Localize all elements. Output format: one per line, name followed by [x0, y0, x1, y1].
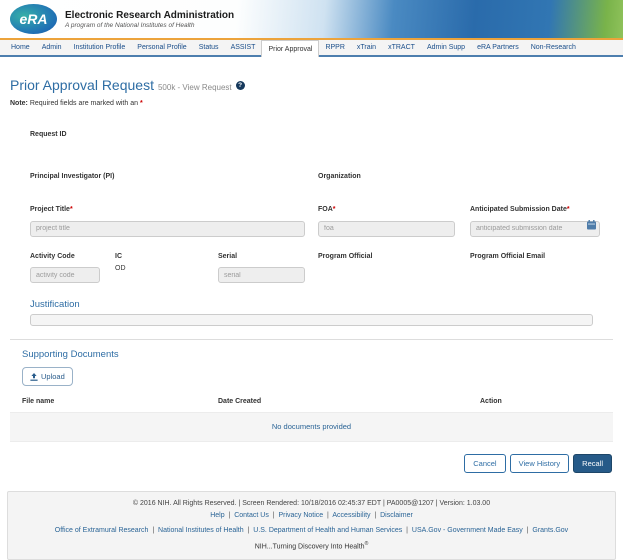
footer-link[interactable]: National Institutes of Health [158, 527, 253, 534]
footer-link[interactable]: Disclaimer [380, 512, 413, 519]
request-id-label: Request ID [30, 131, 67, 138]
nav-item[interactable]: xTRACT [382, 40, 421, 55]
nav-item[interactable]: RPPR [319, 40, 350, 55]
documents-empty-row: No documents provided [10, 412, 613, 442]
recall-button[interactable]: Recall [573, 454, 612, 473]
footer-link[interactable]: U.S. Department of Health and Human Serv… [253, 527, 412, 534]
footer-link[interactable]: Privacy Notice [278, 512, 332, 519]
table-column-header: File name [22, 398, 55, 405]
footer-org-links: Office of Extramural ResearchNational In… [12, 527, 611, 534]
note-text: Required fields are marked with an [27, 100, 140, 107]
ic-label: IC [115, 252, 122, 260]
required-asterisk: * [332, 206, 336, 213]
nav-item[interactable]: Non-Research [525, 40, 582, 55]
app-header: eRA Electronic Research Administration A… [0, 0, 623, 38]
action-buttons: Cancel View History Recall [10, 454, 612, 473]
activity-code-label: Activity Code [30, 252, 75, 260]
organization-label: Organization [318, 173, 361, 180]
copyright-line: © 2016 NIH. All Rights Reserved. | Scree… [132, 500, 491, 507]
program-official-label: Program Official [318, 252, 373, 260]
page-subtitle: 500k - View Request [157, 83, 232, 92]
nav-item[interactable]: Admin [36, 40, 68, 55]
required-asterisk: * [139, 100, 143, 107]
documents-table-header: File name Date Created Action [22, 398, 613, 405]
supporting-documents-section: Supporting Documents Upload File name Da… [22, 349, 613, 405]
ic-value: OD [115, 264, 126, 272]
app-subtitle: A program of the National Institutes of … [65, 21, 195, 29]
footer-link[interactable]: USA.Gov - Government Made Easy [412, 527, 533, 534]
required-asterisk: * [69, 206, 73, 213]
footer-link[interactable]: Accessibility [332, 512, 380, 519]
upload-button-label: Upload [41, 372, 65, 381]
required-asterisk: * [566, 206, 570, 213]
main-content: Prior Approval Request 500k - View Reque… [0, 77, 623, 473]
nav-item[interactable]: Personal Profile [131, 40, 192, 55]
nav-item[interactable]: Home [5, 40, 36, 55]
nav-item[interactable]: Prior Approval [261, 40, 320, 57]
nav-item[interactable]: ASSIST [225, 40, 262, 55]
section-divider [10, 339, 613, 340]
program-official-email-label: Program Official Email [470, 252, 546, 260]
submission-date-label: Anticipated Submission Date [470, 206, 567, 213]
era-logo: eRA [10, 4, 57, 34]
help-icon[interactable]: ? [235, 80, 245, 90]
foa-label: FOA [318, 206, 333, 213]
activity-code-input[interactable] [30, 267, 100, 283]
cancel-button[interactable]: Cancel [464, 454, 506, 473]
footer-link[interactable]: Help [210, 512, 234, 519]
submission-date-input[interactable] [470, 220, 600, 237]
request-form: Request ID Principal Investigator (PI) O… [30, 123, 600, 326]
nav-item[interactable]: Institution Profile [68, 40, 132, 55]
foa-input[interactable] [318, 220, 455, 237]
app-title: Electronic Research Administration [65, 9, 235, 21]
registered-mark: ® [364, 541, 369, 547]
main-nav: Home Admin Institution Profile Personal … [0, 40, 623, 57]
project-title-input[interactable] [30, 220, 305, 237]
footer-link[interactable]: Contact Us [234, 512, 278, 519]
pi-label: Principal Investigator (PI) [30, 173, 115, 180]
note-label: Note: [10, 100, 28, 107]
justification-heading: Justification [30, 299, 80, 310]
project-title-label: Project Title [30, 206, 70, 213]
calendar-icon[interactable] [587, 220, 596, 230]
justification-input[interactable] [30, 314, 593, 326]
page-footer: © 2016 NIH. All Rights Reserved. | Scree… [7, 491, 616, 560]
required-fields-note: Note: Required fields are marked with an… [10, 100, 613, 107]
nav-item[interactable]: xTrain [351, 40, 382, 55]
footer-link[interactable]: Office of Extramural Research [55, 527, 158, 534]
footer-link[interactable]: Grants.Gov [532, 527, 568, 534]
nav-item[interactable]: Status [193, 40, 225, 55]
table-column-header: Date Created [218, 398, 262, 405]
nav-item[interactable]: eRA Partners [471, 40, 525, 55]
supporting-documents-heading: Supporting Documents [22, 349, 119, 360]
nav-item[interactable]: Admin Supp [421, 40, 471, 55]
table-column-header: Action [480, 398, 502, 405]
view-history-button[interactable]: View History [509, 454, 570, 473]
serial-input[interactable] [218, 267, 305, 283]
upload-button[interactable]: Upload [22, 367, 73, 386]
footer-help-links: HelpContact UsPrivacy NoticeAccessibilit… [12, 512, 611, 519]
nih-tagline: NIH...Turning Discovery Into Health® [12, 541, 611, 550]
page-title: Prior Approval Request [10, 77, 154, 93]
serial-label: Serial [218, 252, 238, 260]
nih-tagline-text: NIH...Turning Discovery Into Health [254, 543, 365, 551]
upload-icon [30, 372, 38, 381]
